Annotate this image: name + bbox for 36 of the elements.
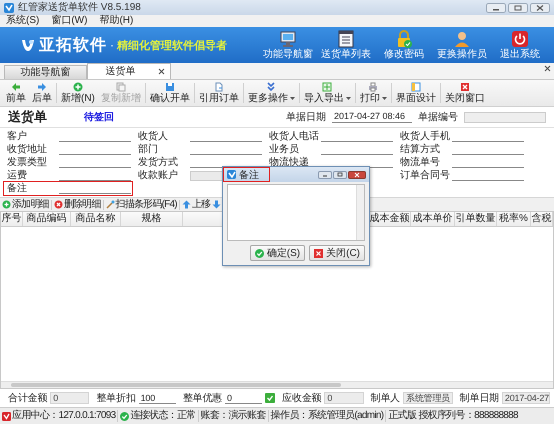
field-label: 单据日期 bbox=[286, 110, 326, 124]
field-label: 物流单号 bbox=[400, 156, 441, 168]
field-label: 物流快递 bbox=[269, 156, 310, 168]
field-label: 部门 bbox=[138, 144, 159, 156]
field-label: 整单折扣 bbox=[96, 392, 136, 405]
field-label: 收款账户 bbox=[138, 170, 179, 182]
window-title: 红管家送货单软件 V8.5.198 bbox=[18, 1, 141, 14]
status-text: 操作员：系统管理员(admin) bbox=[270, 410, 384, 422]
field-label: 应收金额 bbox=[282, 392, 322, 405]
field-label: 运费 bbox=[7, 170, 28, 182]
field-label: 制单人 bbox=[370, 392, 400, 405]
field-label: 制单日期 bbox=[460, 392, 499, 405]
dialog-title: 备注 bbox=[239, 168, 259, 182]
field-label: 客户 bbox=[7, 130, 28, 142]
field-label: 订单合同号 bbox=[400, 170, 450, 182]
field-label: 发货方式 bbox=[138, 156, 179, 168]
field-label: 发票类型 bbox=[7, 156, 48, 168]
field-label: 备注 bbox=[7, 182, 28, 194]
brand-name: 亚拓软件 bbox=[39, 36, 107, 56]
field-label: 收货人电话 bbox=[269, 130, 319, 142]
status-text: 账套：演示账套 bbox=[200, 410, 266, 422]
status-text: 应用中心：127.0.0.1:7093 bbox=[12, 410, 116, 422]
slogan: 精细化管理软件倡导者 bbox=[117, 38, 227, 52]
field-label: 结算方式 bbox=[400, 144, 441, 156]
field-label: 单据编号 bbox=[418, 110, 458, 124]
field-label: 收货人 bbox=[138, 130, 169, 142]
field-label: 收货人手机 bbox=[400, 130, 450, 142]
field-label: 合计金额 bbox=[8, 392, 48, 405]
status-text: 连接状态：正常 bbox=[130, 410, 196, 422]
field-label: 整单优惠 bbox=[182, 392, 222, 405]
field-label: 业务员 bbox=[269, 144, 300, 156]
status-text: 正式版 授权序列号：888888888 bbox=[388, 410, 518, 422]
separator-dot: · bbox=[110, 38, 114, 52]
field-label: 收货地址 bbox=[7, 144, 48, 156]
status-label: 待签回 bbox=[84, 110, 114, 124]
document-title: 送货单 bbox=[8, 108, 48, 126]
